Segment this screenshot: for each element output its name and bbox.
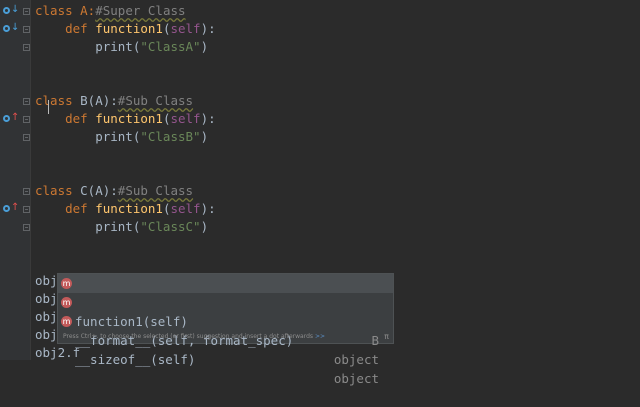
code-token: ): — [200, 201, 216, 216]
completion-hint-text: Press Ctrl+. to choose the selected (or … — [63, 333, 314, 340]
code-token: ) — [200, 39, 209, 54]
overridden-method-icon[interactable]: ↓ — [3, 4, 21, 16]
code-line[interactable]: def function1(self): — [35, 110, 216, 128]
overriding-method-icon[interactable]: ↑ — [3, 112, 21, 124]
code-line[interactable]: class A:#Super Class — [35, 2, 186, 20]
fold-marker[interactable] — [23, 116, 30, 123]
completion-item[interactable]: m function1(self) B — [58, 274, 393, 348]
code-token: self — [170, 201, 201, 216]
text-cursor-ibeam — [48, 100, 49, 114]
code-token: B(A): — [80, 93, 118, 108]
fold-marker[interactable] — [23, 98, 30, 105]
code-token: self — [170, 21, 201, 36]
code-token: obj — [35, 309, 58, 324]
overriding-method-icon[interactable]: ↑ — [3, 202, 21, 214]
code-token: ): — [200, 111, 216, 126]
fold-marker[interactable] — [23, 188, 30, 195]
code-token: class — [35, 183, 81, 198]
code-line[interactable]: class C(A):#Sub Class — [35, 182, 193, 200]
fold-marker[interactable] — [23, 134, 30, 141]
code-token: self — [170, 111, 201, 126]
code-token: function1 — [95, 111, 163, 126]
code-token: print( — [35, 219, 141, 234]
code-line[interactable]: def function1(self): — [35, 200, 216, 218]
code-token: ) — [200, 129, 209, 144]
fold-marker[interactable] — [23, 26, 30, 33]
code-token: #Sub Class — [117, 93, 194, 108]
code-line[interactable]: class B(A):#Sub Class — [35, 92, 193, 110]
code-line[interactable]: print("ClassB") — [35, 128, 208, 146]
fold-marker[interactable] — [23, 206, 30, 213]
code-token: obj — [35, 291, 58, 306]
code-token: function1 — [95, 21, 163, 36]
completion-item[interactable]: m __sizeof__(self) object — [58, 312, 393, 386]
code-line[interactable]: obj — [35, 290, 58, 308]
overridden-method-icon[interactable]: ↓ — [3, 22, 21, 34]
fold-marker[interactable] — [23, 8, 30, 15]
code-token: obj — [35, 273, 58, 288]
code-line[interactable]: obj — [35, 308, 58, 326]
code-token: #Super Class — [95, 3, 186, 18]
code-token: class A: — [35, 3, 96, 18]
code-line[interactable]: obj — [35, 326, 58, 344]
code-token: print( — [35, 129, 141, 144]
completion-hint-more-link[interactable]: >> — [315, 333, 325, 340]
code-token: print( — [35, 39, 141, 54]
code-line[interactable]: obj — [35, 272, 58, 290]
code-token: ) — [200, 219, 209, 234]
code-token: C(A): — [80, 183, 118, 198]
code-completion-popup[interactable]: m function1(self) B m __format__(self, f… — [57, 273, 394, 386]
method-icon: m — [61, 297, 72, 308]
code-token: class — [35, 93, 81, 108]
code-token: def — [65, 201, 96, 216]
method-icon: m — [61, 316, 72, 327]
editor-gutter — [0, 0, 31, 360]
code-line[interactable]: def function1(self): — [35, 20, 216, 38]
code-token: obj — [35, 327, 58, 342]
code-line[interactable]: print("ClassA") — [35, 38, 208, 56]
code-token: def — [65, 111, 96, 126]
code-token: ): — [200, 21, 216, 36]
pi-icon[interactable]: π — [384, 330, 389, 343]
code-token: "ClassB" — [140, 129, 201, 144]
code-line[interactable]: print("ClassC") — [35, 218, 208, 236]
completion-hint: Press Ctrl+. to choose the selected (or … — [58, 330, 393, 343]
code-token: def — [65, 21, 96, 36]
fold-marker[interactable] — [23, 224, 30, 231]
completion-item-type: object — [333, 371, 379, 386]
completion-item[interactable]: m __format__(self, format_spec) object — [58, 293, 393, 367]
code-token: "ClassC" — [140, 219, 201, 234]
fold-marker[interactable] — [23, 44, 30, 51]
method-icon: m — [61, 278, 72, 289]
code-token: function1 — [95, 201, 163, 216]
code-token: #Sub Class — [117, 183, 194, 198]
code-token: "ClassA" — [140, 39, 201, 54]
